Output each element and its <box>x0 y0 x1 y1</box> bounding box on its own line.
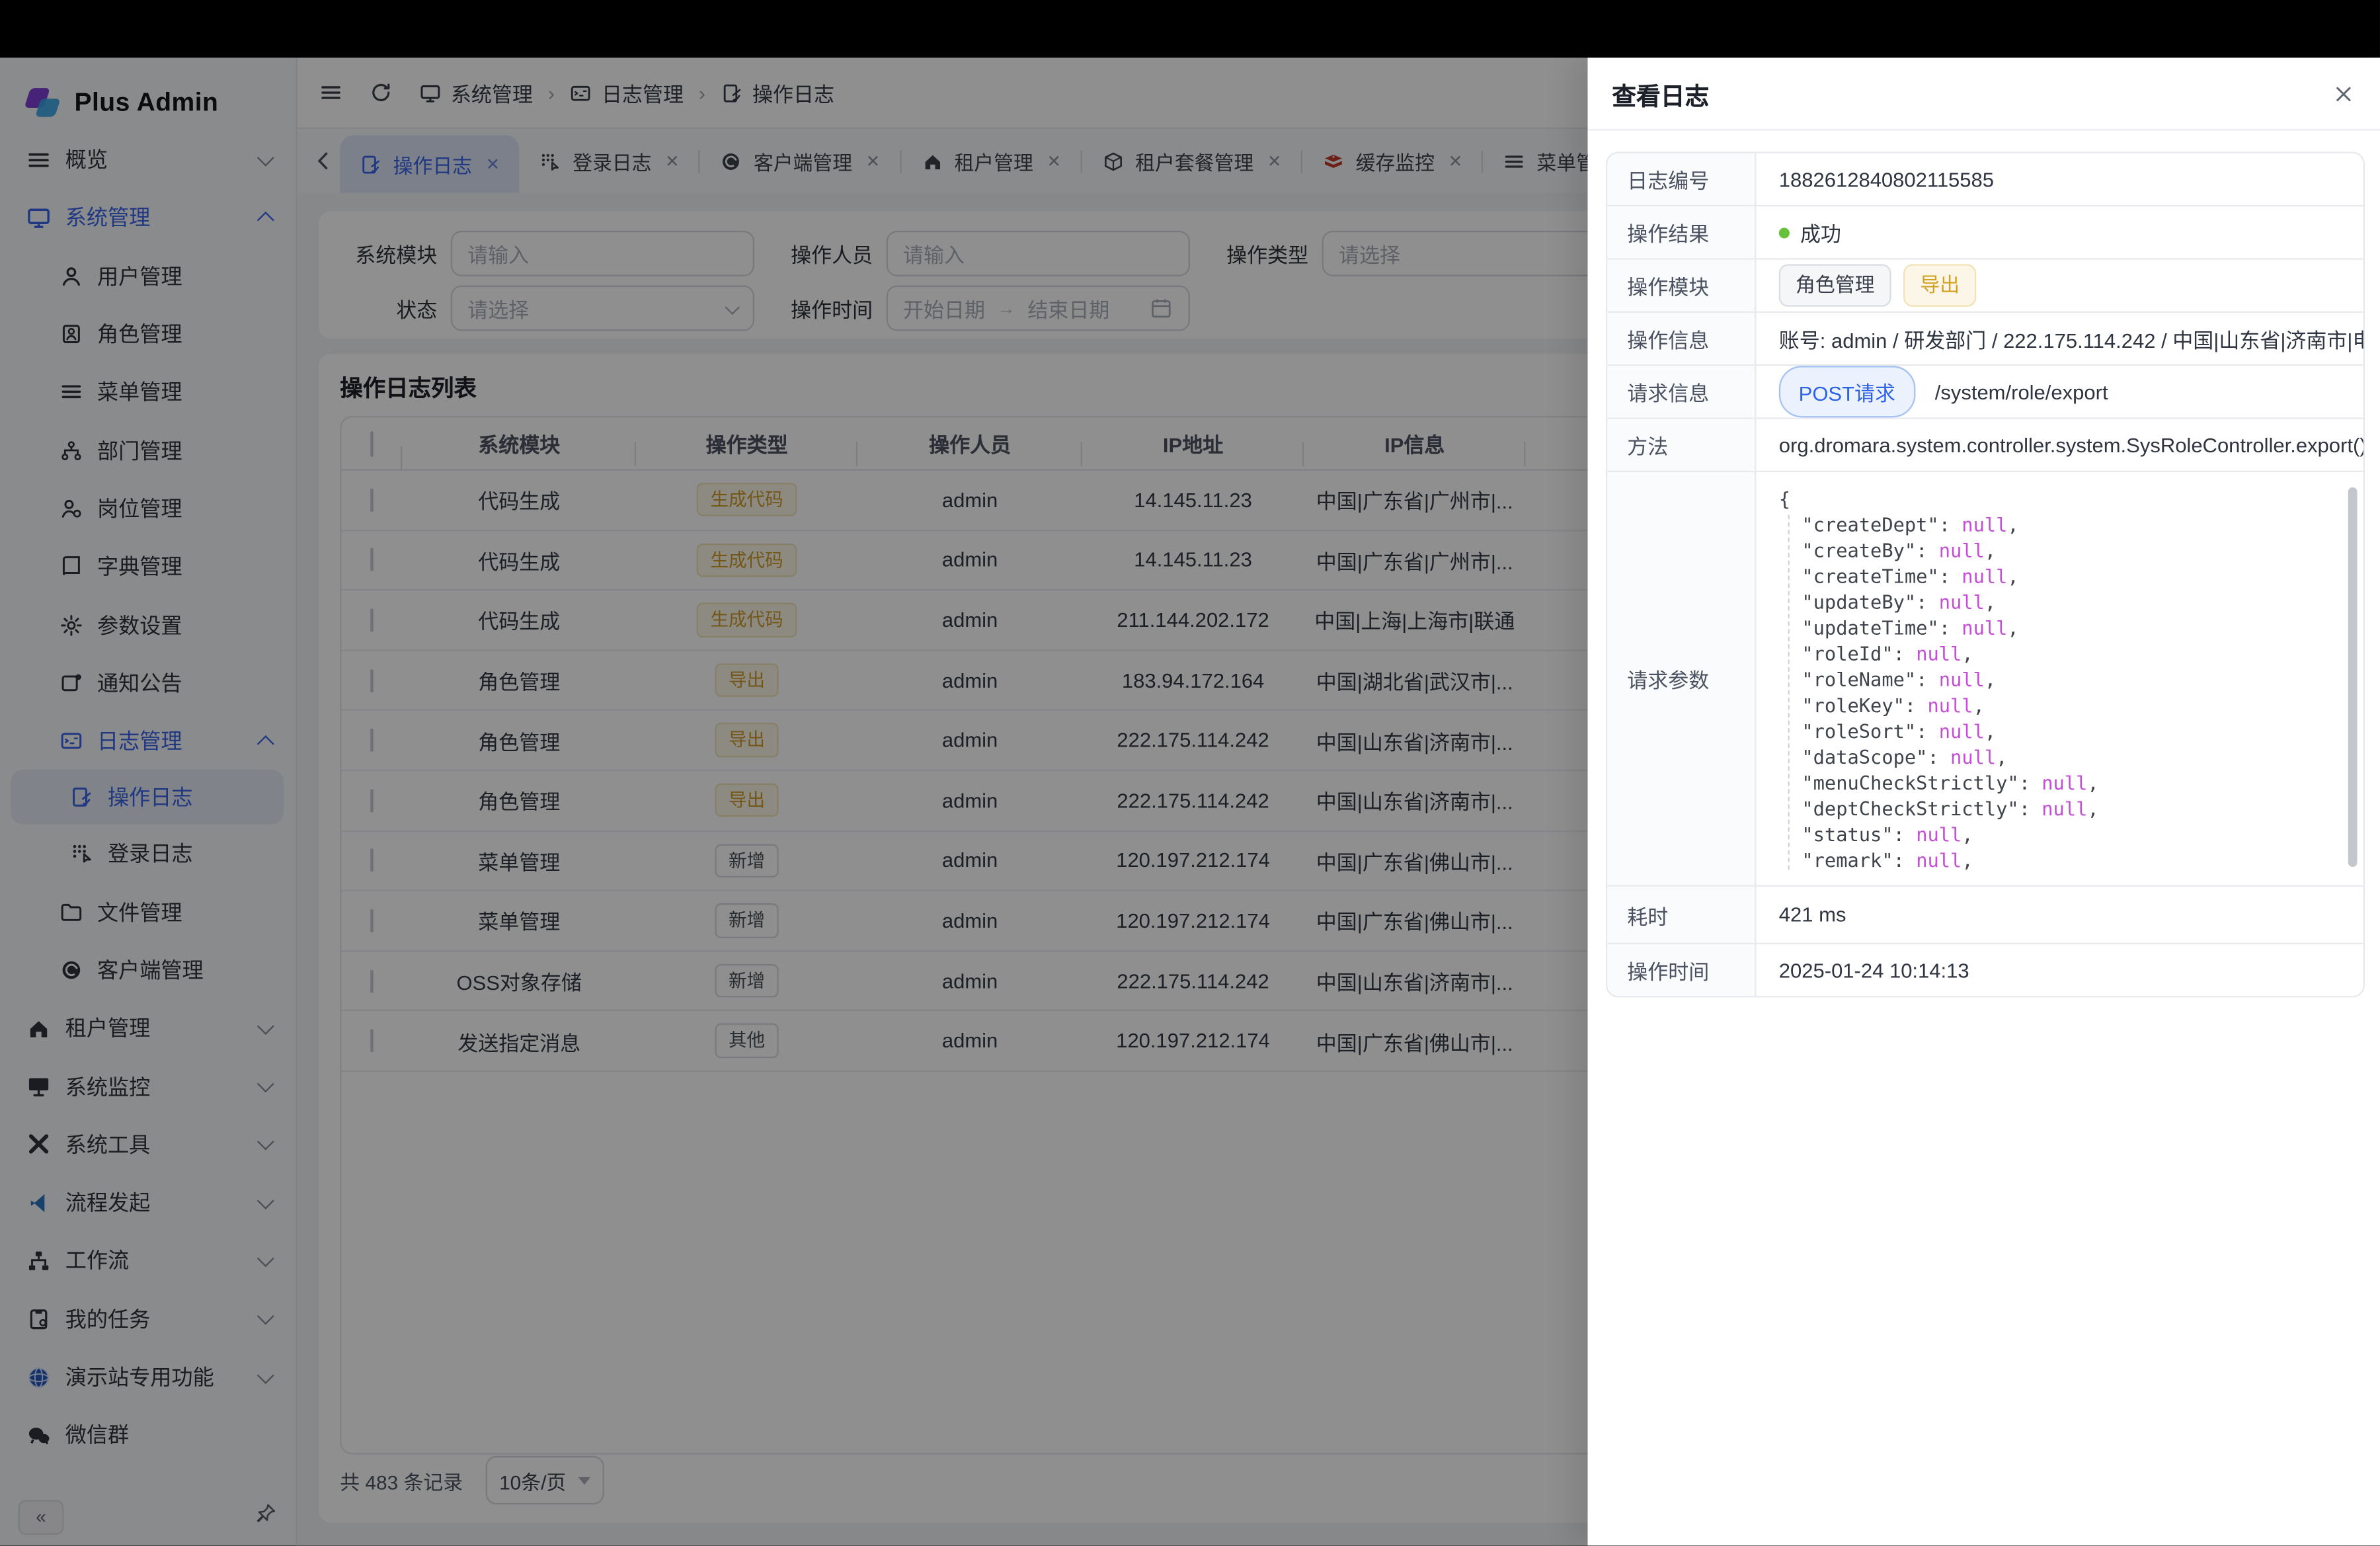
json-key: "status" <box>1802 823 1893 845</box>
result-value: 成功 <box>1800 217 1841 247</box>
request-label: 请求信息 <box>1607 366 1756 417</box>
request-path-value: /system/role/export <box>1935 380 2108 403</box>
duration-label: 耗时 <box>1607 887 1756 943</box>
json-open-brace: { <box>1779 487 1790 510</box>
json-null-value: null <box>1939 719 1985 742</box>
detail-row-request: 请求信息 POST请求 /system/role/export <box>1607 366 2363 419</box>
log-id-value: 1882612840802115585 <box>1779 168 1994 190</box>
time-value: 2025-01-24 10:14:13 <box>1779 959 1969 981</box>
screenshot-stage: Plus Admin 概览系统管理用户管理角色管理菜单管理部门管理岗位管理字典管… <box>0 0 2380 1545</box>
params-label: 请求参数 <box>1607 472 1756 885</box>
module-tag: 角色管理 <box>1779 264 1891 306</box>
json-key: "createBy" <box>1802 539 1916 561</box>
json-null-value: null <box>1916 823 1962 845</box>
detail-row-duration: 耗时 421 ms <box>1607 887 2363 944</box>
method-value: org.dromara.system.controller.system.Sys… <box>1779 433 2365 456</box>
drawer-title: 查看日志 <box>1612 75 1709 112</box>
log-detail-table: 日志编号 1882612840802115585 操作结果 成功 操作模块 角色… <box>1606 152 2365 998</box>
module-label: 操作模块 <box>1607 260 1756 311</box>
time-label: 操作时间 <box>1607 944 1756 996</box>
duration-value: 421 ms <box>1779 903 1846 926</box>
info-label: 操作信息 <box>1607 313 1756 364</box>
drawer-header: 查看日志 <box>1588 58 2380 130</box>
json-key: "deptCheckStrictly" <box>1802 797 2018 819</box>
json-key: "menuCheckStrictly" <box>1802 771 2018 793</box>
json-key: "roleKey" <box>1802 694 1905 716</box>
view-log-drawer: 查看日志 日志编号 1882612840802115585 操作结果 成功 操作… <box>1588 58 2380 1545</box>
json-key: "dataScope" <box>1802 745 1927 768</box>
method-label: 方法 <box>1607 419 1756 471</box>
modal-mask-overlay[interactable] <box>0 0 1588 1545</box>
json-key: "roleName" <box>1802 668 1916 690</box>
log-id-label: 日志编号 <box>1607 153 1756 205</box>
params-json-viewer[interactable]: { "createDept": null, "createBy": null, … <box>1779 472 2363 885</box>
json-null-value: null <box>1962 616 2007 639</box>
json-null-value: null <box>2042 771 2087 793</box>
action-tag: 导出 <box>1903 264 1976 306</box>
json-key: "createTime" <box>1802 565 1938 587</box>
json-key: "updateTime" <box>1802 616 1938 639</box>
json-null-value: null <box>1916 642 1962 665</box>
indent-guide-line <box>1788 514 1790 870</box>
post-request-tag: POST请求 <box>1779 366 1915 417</box>
detail-row-module: 操作模块 角色管理 导出 <box>1607 260 2363 313</box>
detail-row-info: 操作信息 账号: admin / 研发部门 / 222.175.114.242 … <box>1607 313 2363 366</box>
json-null-value: null <box>2042 797 2087 819</box>
json-null-value: null <box>1939 590 1985 613</box>
detail-row-result: 操作结果 成功 <box>1607 206 2363 259</box>
json-null-value: null <box>1950 745 1996 768</box>
json-key: "createDept" <box>1802 513 1938 536</box>
detail-row-method: 方法 org.dromara.system.controller.system.… <box>1607 419 2363 472</box>
json-null-value: null <box>1927 694 1973 716</box>
json-key: "roleSort" <box>1802 719 1916 742</box>
json-null-value: null <box>1939 539 1985 561</box>
detail-row-log-id: 日志编号 1882612840802115585 <box>1607 153 2363 206</box>
json-key: "updateBy" <box>1802 590 1916 613</box>
json-key: "roleId" <box>1802 642 1893 665</box>
result-label: 操作结果 <box>1607 206 1756 258</box>
json-null-value: null <box>1962 565 2007 587</box>
json-null-value: null <box>1916 848 1962 871</box>
success-dot-icon <box>1779 227 1790 237</box>
detail-row-params: 请求参数 { "createDept": null, "createBy": n… <box>1607 472 2363 887</box>
json-null-value: null <box>1962 513 2007 536</box>
close-icon[interactable] <box>2332 81 2356 106</box>
json-scrollbar-thumb[interactable] <box>2348 487 2358 867</box>
window-top-black-bar <box>0 0 2380 58</box>
info-value: 账号: admin / 研发部门 / 222.175.114.242 / 中国|… <box>1779 323 2365 354</box>
json-key: "remark" <box>1802 848 1893 871</box>
json-null-value: null <box>1939 668 1985 690</box>
detail-row-time: 操作时间 2025-01-24 10:14:13 <box>1607 944 2363 996</box>
params-json-code: { "createDept": null, "createBy": null, … <box>1779 486 2342 873</box>
